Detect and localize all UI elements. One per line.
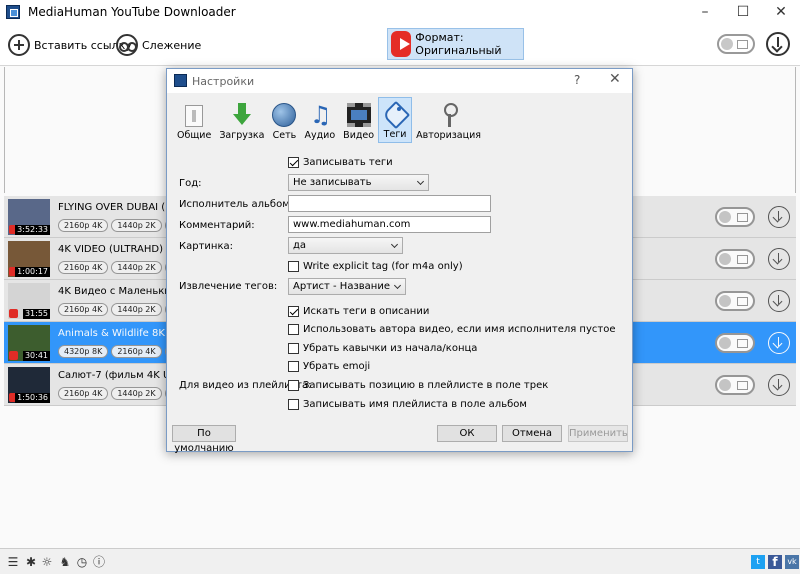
search-tags-checkbox[interactable]: Искать теги в описании <box>288 304 429 318</box>
settings-tabs: Общие Загрузка Сеть Аудио Видео Теги Авт… <box>173 97 485 145</box>
list-icon[interactable]: ☰ <box>6 555 20 569</box>
dialog-title-bar: Настройки ? ✕ <box>167 69 632 93</box>
write-tags-checkbox[interactable]: Записывать теги <box>288 155 393 169</box>
tracking-button[interactable]: Слежение <box>116 32 201 58</box>
tab-video[interactable]: Видео <box>339 97 378 143</box>
checkbox-box <box>288 379 299 391</box>
dialog-close-button[interactable]: ✕ <box>609 71 621 87</box>
youtube-icon <box>391 31 412 57</box>
checkbox-label: Write explicit tag (for m4a only) <box>303 260 463 272</box>
checkbox-box <box>288 305 299 317</box>
ok-button[interactable]: ОК <box>437 425 497 442</box>
download-icon <box>230 103 254 127</box>
chevron-down-icon <box>390 240 399 249</box>
extraction-select[interactable]: Артист - Название <box>288 278 406 295</box>
settings-dialog: Настройки ? ✕ Общие Загрузка Сеть Аудио … <box>166 68 633 454</box>
window-title: MediaHuman YouTube Downloader <box>28 5 236 19</box>
tab-download[interactable]: Загрузка <box>215 97 268 143</box>
format-label: Формат: Оригинальный <box>415 31 502 57</box>
dialog-app-icon <box>174 74 187 87</box>
year-value: Не записывать <box>293 177 372 188</box>
checkbox-box <box>288 360 299 372</box>
audio-icon <box>308 101 332 129</box>
checkbox-label: Искать теги в описании <box>303 305 430 317</box>
tab-authorization[interactable]: Авторизация <box>412 97 485 143</box>
toolbar: Вставить ссылку Слежение Формат: Оригина… <box>0 24 800 66</box>
playlist-position-checkbox[interactable]: Записывать позицию в плейлисте в поле тр… <box>288 378 548 392</box>
facebook-icon[interactable]: f <box>768 555 782 569</box>
maximize-button[interactable]: ☐ <box>724 0 762 24</box>
picture-select[interactable]: да <box>288 237 403 254</box>
checkbox-label: Записывать имя плейлиста в поле альбом <box>303 398 527 410</box>
chevron-down-icon <box>416 177 425 186</box>
download-all-icon[interactable] <box>766 32 790 56</box>
sun-icon[interactable]: ☼ <box>40 555 54 569</box>
checkbox-box <box>288 323 299 335</box>
info-icon[interactable]: ⓘ <box>92 555 106 569</box>
strip-emoji-checkbox[interactable]: Убрать emoji <box>288 359 370 373</box>
defaults-button[interactable]: По умолчанию <box>172 425 236 454</box>
video-icon <box>346 103 371 127</box>
chevron-down-icon <box>393 281 402 290</box>
auth-icon <box>437 103 461 127</box>
gear-icon[interactable]: ✱ <box>24 555 38 569</box>
extraction-value: Артист - Название <box>293 281 390 292</box>
picture-value: да <box>293 240 307 251</box>
tab-label: Аудио <box>304 130 336 141</box>
twitter-icon[interactable]: t <box>751 555 765 569</box>
year-label: Год: <box>179 178 202 189</box>
tab-tags[interactable]: Теги <box>378 97 413 143</box>
checkbox-box <box>288 260 299 272</box>
minimize-button[interactable]: – <box>686 0 724 24</box>
explicit-tag-checkbox[interactable]: Write explicit tag (for m4a only) <box>288 259 463 273</box>
close-button[interactable]: ✕ <box>762 0 800 24</box>
album-artist-input[interactable] <box>288 195 491 212</box>
tab-label: Теги <box>383 129 407 140</box>
plus-icon <box>8 34 30 56</box>
cancel-button[interactable]: Отмена <box>502 425 562 442</box>
checkbox-box <box>288 156 299 168</box>
app-logo-icon <box>6 5 20 19</box>
playlist-name-checkbox[interactable]: Записывать имя плейлиста в поле альбом <box>288 397 527 411</box>
checkbox-label: Убрать кавычки из начала/конца <box>303 342 478 354</box>
tags-icon <box>383 102 407 126</box>
binoculars-icon <box>116 34 138 56</box>
checkbox-box <box>288 398 299 410</box>
title-bar: MediaHuman YouTube Downloader – ☐ ✕ <box>0 0 800 24</box>
dialog-title: Настройки <box>192 75 255 88</box>
tracking-label: Слежение <box>142 38 202 52</box>
tab-general[interactable]: Общие <box>173 97 215 143</box>
tab-network[interactable]: Сеть <box>268 97 300 143</box>
extraction-label: Извлечение тегов: <box>179 281 278 292</box>
checkbox-box <box>288 342 299 354</box>
tab-label: Загрузка <box>219 130 265 141</box>
network-icon <box>272 103 297 127</box>
album-artist-label: Исполнитель альбома: <box>179 199 300 210</box>
status-bar: ☰ ✱ ☼ ♞ ◷ ⓘ t f vk <box>0 548 800 574</box>
use-author-checkbox[interactable]: Использовать автора видео, если имя испо… <box>288 322 615 336</box>
picture-label: Картинка: <box>179 241 233 252</box>
comment-input[interactable]: www.mediahuman.com <box>288 216 491 233</box>
tab-audio[interactable]: Аудио <box>300 97 339 143</box>
tab-label: Сеть <box>272 130 297 141</box>
comment-label: Комментарий: <box>179 220 255 231</box>
strip-quotes-checkbox[interactable]: Убрать кавычки из начала/конца <box>288 341 477 355</box>
clock-icon[interactable]: ◷ <box>75 555 89 569</box>
bird-icon[interactable]: ♞ <box>58 555 72 569</box>
year-select[interactable]: Не записывать <box>288 174 429 191</box>
checkbox-label: Убрать emoji <box>303 360 371 372</box>
help-button[interactable]: ? <box>574 73 580 87</box>
checkbox-label: Записывать позицию в плейлисте в поле тр… <box>303 379 549 391</box>
tab-label: Видео <box>343 130 375 141</box>
general-icon <box>185 105 204 127</box>
format-selector[interactable]: Формат: Оригинальный <box>387 28 524 60</box>
auto-mode-toggle[interactable] <box>717 34 755 54</box>
add-link-button[interactable]: Вставить ссылку <box>8 32 132 58</box>
apply-button[interactable]: Применить <box>568 425 628 442</box>
tab-label: Авторизация <box>416 130 481 141</box>
checkbox-label: Использовать автора видео, если имя испо… <box>303 323 616 335</box>
vk-icon[interactable]: vk <box>785 555 799 569</box>
tab-label: Общие <box>177 130 212 141</box>
checkbox-label: Записывать теги <box>303 156 393 168</box>
